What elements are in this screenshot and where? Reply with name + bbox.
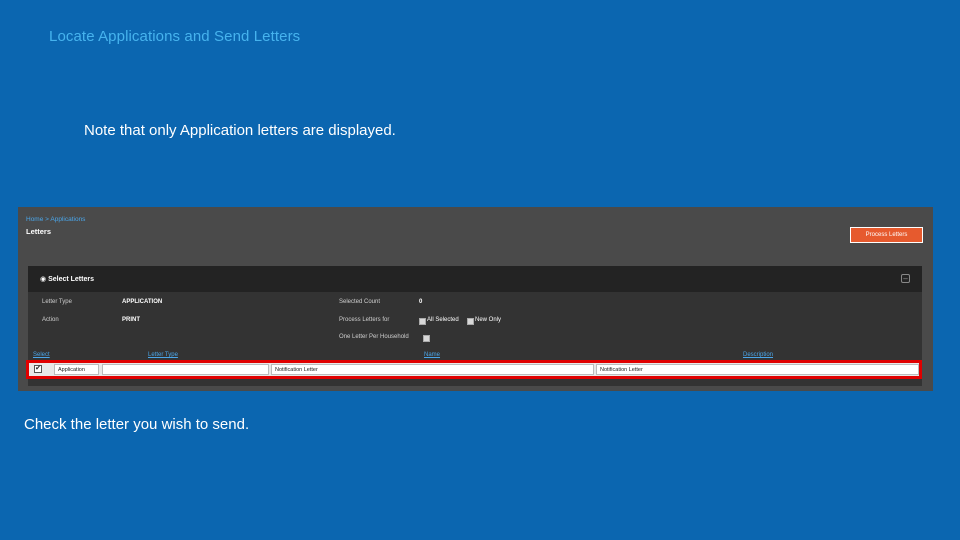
new-only-radio[interactable] [467,318,474,325]
column-header-select[interactable]: Select [33,352,50,358]
slide-note: Note that only Application letters are d… [84,122,396,139]
blank-cell [102,364,269,375]
column-header-name[interactable]: Name [424,352,440,358]
collapse-icon[interactable]: – [901,274,910,283]
letter-type-value: APPLICATION [122,299,163,305]
screenshot-panel: Home > Applications Letters Process Lett… [18,207,933,391]
section-title: ◉ Select Letters [40,275,94,283]
section-header: ◉ Select Letters – [28,266,922,292]
new-only-label: New Only [475,317,502,323]
description-cell: Notification Letter [596,364,919,375]
one-letter-label: One Letter Per Household [339,334,409,340]
page-title: Letters [26,227,52,236]
column-header-letter-type[interactable]: Letter Type [148,352,178,358]
breadcrumb[interactable]: Home > Applications [26,216,85,223]
slide-title: Locate Applications and Send Letters [49,28,301,45]
one-letter-checkbox[interactable] [423,335,430,342]
selected-count-value: 0 [419,299,423,305]
section-title-label: Select Letters [48,276,94,283]
all-selected-label: All Selected [427,317,459,323]
letter-type-label: Letter Type [42,299,72,305]
letter-type-cell: Application [54,364,99,375]
slide-caption: Check the letter you wish to send. [24,416,250,433]
name-cell: Notification Letter [271,364,594,375]
process-for-label: Process Letters for [339,317,390,323]
row-select-checkbox[interactable]: ✔ [34,365,42,373]
action-label: Action [42,317,59,323]
table-row[interactable]: ✔ Application Notification Letter Notifi… [26,360,922,379]
column-header-description[interactable]: Description [743,352,773,358]
action-value: PRINT [122,317,140,323]
section-icon: ◉ [40,276,47,283]
process-letters-button[interactable]: Process Letters [850,227,923,243]
selected-count-label: Selected Count [339,299,381,305]
all-selected-radio[interactable] [419,318,426,325]
